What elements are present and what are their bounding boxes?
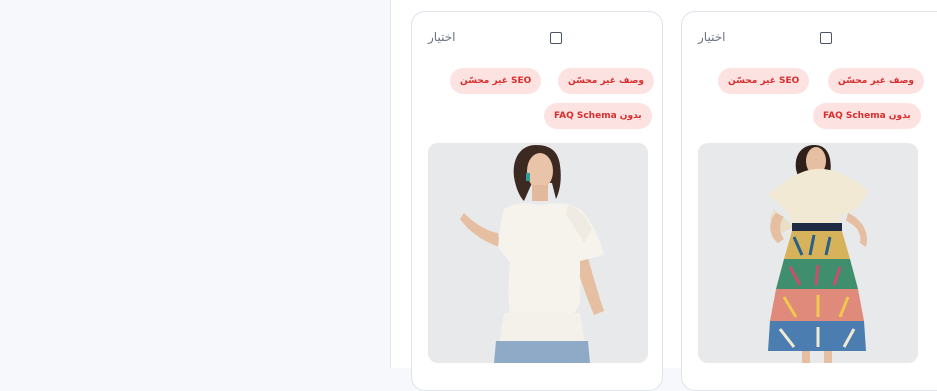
select-checkbox[interactable]	[820, 32, 832, 44]
product-image[interactable]	[698, 143, 918, 363]
badge-seo-not-optimized: SEO غير محسّن	[718, 68, 810, 94]
select-label: اختيار	[428, 30, 456, 44]
left-panel	[0, 0, 390, 368]
model-tiered-skirt-photo	[698, 143, 918, 363]
select-row: اختيار	[698, 30, 937, 48]
badge-description-not-optimized: وصف غير محسّن	[558, 68, 655, 94]
product-card[interactable]: اختيار وصف غير محسّن SEO غير محسّن بدون …	[411, 11, 663, 391]
badge-seo-not-optimized: SEO غير محسّن	[450, 68, 542, 94]
badge-no-faq-schema: بدون FAQ Schema	[813, 103, 921, 129]
select-label: اختيار	[698, 30, 726, 44]
product-grid: اختيار وصف غير محسّن SEO غير محسّن بدون …	[391, 0, 937, 391]
model-white-top-photo	[428, 143, 648, 363]
badge-no-faq-schema: بدون FAQ Schema	[544, 103, 652, 129]
select-row: اختيار	[428, 30, 646, 48]
product-image[interactable]	[428, 143, 648, 363]
product-card[interactable]: اختيار وصف غير محسّن SEO غير محسّن بدون …	[681, 11, 937, 391]
select-checkbox[interactable]	[550, 32, 562, 44]
badge-description-not-optimized: وصف غير محسّن	[828, 68, 925, 94]
